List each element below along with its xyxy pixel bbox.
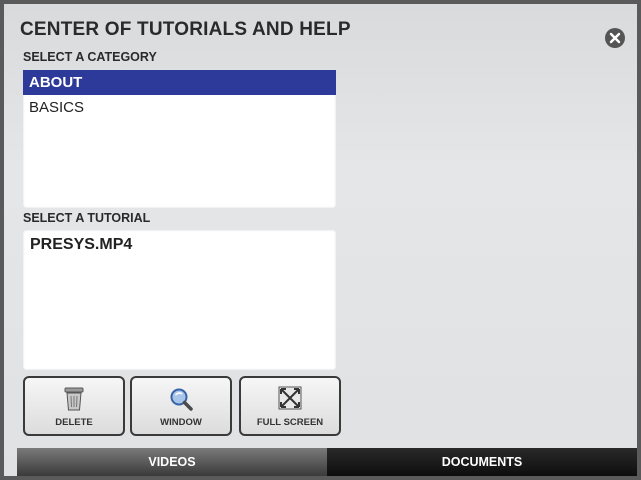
page-title: CENTER OF TUTORIALS AND HELP <box>20 19 351 40</box>
tutorial-list: PRESYS.MP4 <box>23 230 336 370</box>
category-list: ABOUT BASICS <box>23 70 336 208</box>
window-button-label: WINDOW <box>160 417 202 428</box>
tutorial-help-window: CENTER OF TUTORIALS AND HELP SELECT A CA… <box>0 0 641 480</box>
category-section-label: SELECT A CATEGORY <box>23 50 157 64</box>
category-item-basics[interactable]: BASICS <box>23 95 336 120</box>
tutorial-section-label: SELECT A TUTORIAL <box>23 211 151 225</box>
full-screen-button[interactable]: FULL SCREEN <box>239 376 341 436</box>
close-icon <box>609 32 621 44</box>
tutorial-item-presys[interactable]: PRESYS.MP4 <box>23 230 336 260</box>
bottom-tab-bar: VIDEOS DOCUMENTS <box>17 448 637 476</box>
full-screen-button-label: FULL SCREEN <box>256 417 324 428</box>
delete-button[interactable]: DELETE <box>23 376 125 436</box>
tab-videos[interactable]: VIDEOS <box>17 448 327 476</box>
window-button[interactable]: WINDOW <box>130 376 232 436</box>
trash-icon <box>64 387 84 411</box>
close-button[interactable] <box>605 28 625 48</box>
fullscreen-icon <box>278 386 302 410</box>
category-item-about[interactable]: ABOUT <box>23 70 336 95</box>
magnifier-icon <box>170 388 193 411</box>
tab-documents[interactable]: DOCUMENTS <box>327 448 637 476</box>
delete-button-label: DELETE <box>55 417 93 428</box>
